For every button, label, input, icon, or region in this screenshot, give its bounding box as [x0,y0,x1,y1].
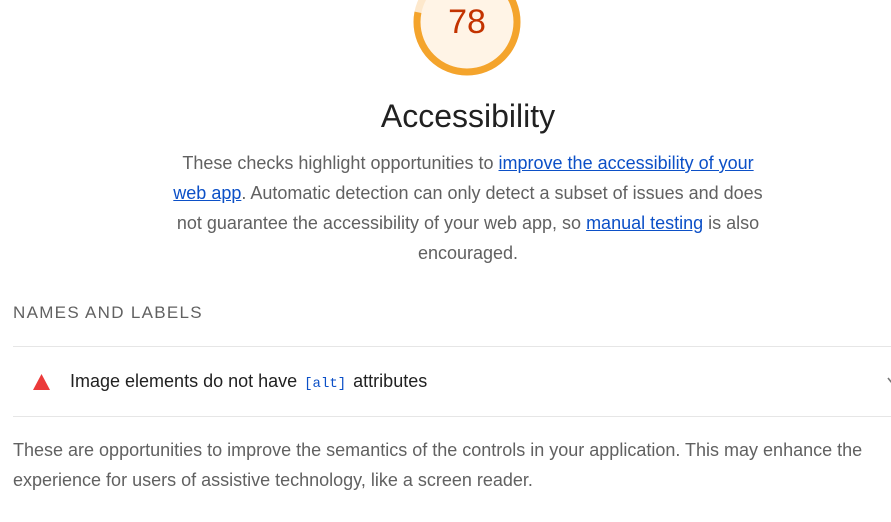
warning-triangle-icon [33,374,50,390]
audit-title-code: [alt] [304,376,347,392]
group-description: These are opportunities to improve the s… [13,440,863,490]
score-gauge[interactable]: 78 [413,0,521,76]
audit-title-before: Image elements do not have [70,371,303,391]
divider [13,416,891,417]
lighthouse-report-page: 78 Accessibility These checks highlight … [0,0,891,522]
group-title: NAMES AND LABELS [13,303,203,322]
manual-testing-link[interactable]: manual testing [586,213,703,233]
audit-title-after: attributes [348,371,428,391]
category-title: Accessibility [380,98,556,134]
category-description: These checks highlight opportunities to … [168,148,768,268]
description-text-1: These checks highlight opportunities to [182,153,499,173]
chevron-down-icon[interactable] [887,377,891,385]
score-value: 78 [448,3,486,41]
audit-row-image-alt[interactable]: Image elements do not have [alt] attribu… [13,347,891,416]
audit-title: Image elements do not have [alt] attribu… [70,369,427,396]
